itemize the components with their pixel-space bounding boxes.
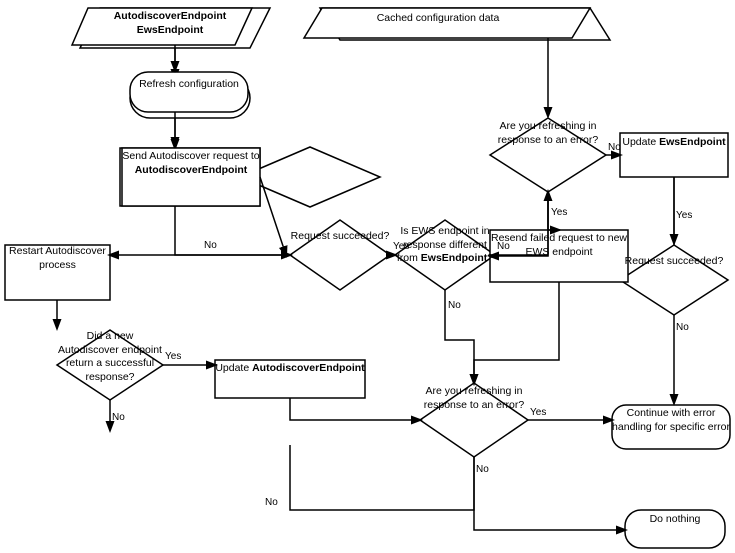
node-refreshing-error-2: Are you refreshing in response to an err… [420,385,528,412]
node-cached-config: Cached configuration data [304,12,572,26]
svg-text:No: No [265,497,278,508]
node-update-ews: Update EwsEndpoint [620,136,728,150]
svg-text:No: No [112,412,125,423]
node-did-new-endpoint: Did a new Autodiscover endpoint return a… [57,330,163,385]
node-send-autodiscover: Send Autodiscover request to Autodiscove… [122,150,260,177]
svg-text:No: No [476,464,489,475]
svg-text:Yes: Yes [676,210,692,221]
node-request-succeeded-1: Request succeeded? [290,230,390,244]
node-resend-failed: Resend failed request to new EWS endpoin… [490,232,628,259]
node-refreshing-error-1: Are you refreshing in response to an err… [490,120,606,147]
svg-text:Yes: Yes [551,207,567,218]
node-continue-error: Continue with error handling for specifi… [612,407,730,434]
svg-text:Yes: Yes [530,407,546,418]
svg-text:Yes: Yes [165,351,181,362]
flowchart-diagram: No Yes No No No Yes Yes No Yes No Yes No… [0,0,735,553]
node-update-autodiscover: Update AutodiscoverEndpoint [215,362,365,376]
node-is-ews-different: Is EWS endpoint in response different fr… [395,225,495,266]
node-restart-autodiscover: Restart Autodiscover process [5,245,110,272]
node-refresh-config: Refresh configuration [130,78,248,92]
svg-text:No: No [204,240,217,251]
svg-text:No: No [676,322,689,333]
svg-text:No: No [448,300,461,311]
node-request-succeeded-2: Request succeeded? [620,255,728,269]
node-start-parallelogram: AutodiscoverEndpointEwsEndpoint [88,10,252,37]
node-do-nothing: Do nothing [625,513,725,527]
